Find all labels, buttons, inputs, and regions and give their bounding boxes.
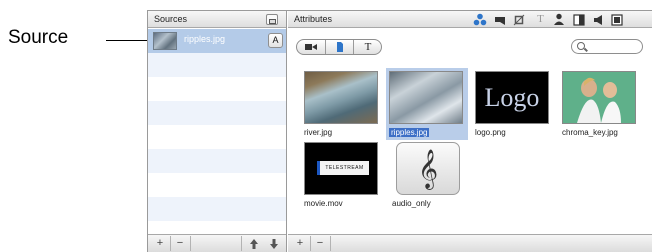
asset-label: ripples.jpg [389,128,430,137]
logo-thumbnail: Logo [475,71,549,124]
movie-icon[interactable] [494,14,506,25]
river-thumbnail [304,71,378,124]
search-field[interactable] [571,39,643,54]
arrow-up-icon[interactable] [249,237,259,251]
divider [241,236,242,251]
attributes-bottom-bar: + − [288,234,652,252]
source-list: ripples.jpg A [148,29,286,234]
audio-thumbnail: 𝄞 [396,142,460,195]
asset-label: movie.mov [304,199,343,208]
source-callout-label: Source [8,27,69,48]
sources-title: Sources [154,14,188,24]
list-stripe [148,101,286,125]
remove-source-button[interactable]: − [174,236,186,251]
chroma-key-figures-icon [577,77,621,123]
arrow-down-icon[interactable] [269,237,279,251]
add-source-button[interactable]: + [154,236,166,251]
video-camera-icon [305,44,317,50]
divider [310,236,311,251]
sources-pane: Sources ripples.jpg A + − [148,11,287,252]
add-attribute-button[interactable]: + [294,236,306,251]
movie-thumbnail: TELESTREAM [304,142,378,195]
attributes-pane: Attributes T T river.jpg ripples.jpg Log… [288,11,652,252]
source-attributes-button[interactable]: A [268,33,283,48]
movie-thumbnail-text: TELESTREAM [325,165,364,171]
text-filter-button[interactable]: T [354,40,381,54]
list-stripe [148,173,286,197]
crop-icon[interactable] [513,13,525,26]
settings-icon[interactable] [611,13,623,26]
list-stripe [148,77,286,101]
asset-label: logo.png [475,128,506,137]
divider [170,236,171,251]
video-filter-button[interactable] [297,40,326,54]
ripples-thumbnail [389,71,463,124]
ripples-thumbnail-icon [153,32,177,50]
document-icon [336,42,343,52]
audio-icon[interactable] [593,13,605,25]
asset-label: audio_only [392,199,431,208]
list-stripe [148,149,286,173]
asset-label: river.jpg [304,128,333,137]
split-icon[interactable] [573,13,585,26]
file-filter-button[interactable] [326,40,354,54]
logo-thumbnail-text: Logo [484,83,540,112]
source-item-label: ripples.jpg [184,34,226,44]
panel-toggle-icon[interactable] [266,14,278,25]
person-icon[interactable] [553,13,565,26]
list-stripe [148,53,286,77]
text-icon[interactable]: T [534,13,547,26]
divider [190,236,191,251]
source-item-ripples[interactable]: ripples.jpg A [148,29,286,53]
list-stripe [148,125,286,149]
telestream-banner: TELESTREAM [317,161,369,175]
media-type-segmented-control: T [296,39,382,55]
search-icon [577,42,585,50]
remove-attribute-button[interactable]: − [314,236,326,251]
sources-header: Sources [148,11,286,28]
list-stripe [148,197,286,221]
chroma-key-thumbnail [562,71,636,124]
attributes-title: Attributes [294,14,333,24]
sources-bottom-bar: + − [148,234,286,252]
divider [330,236,331,251]
asset-label: chroma_key.jpg [562,128,618,137]
app-window: Sources ripples.jpg A + − Attributes T T… [147,10,652,252]
treble-clef-icon: 𝄞 [417,149,439,189]
sources-icon[interactable] [473,13,487,26]
source-callout-line [106,40,150,41]
